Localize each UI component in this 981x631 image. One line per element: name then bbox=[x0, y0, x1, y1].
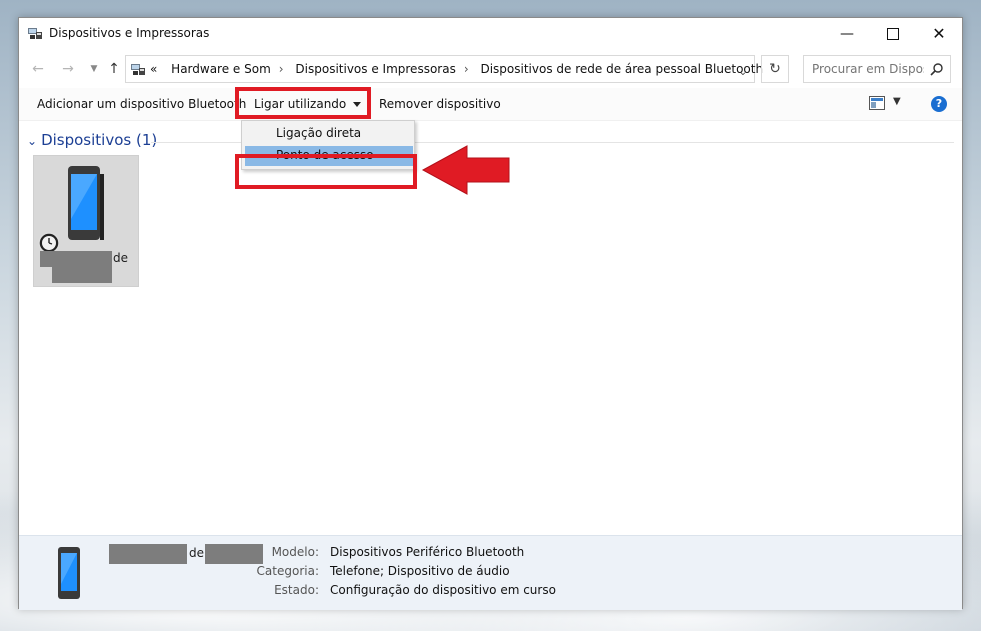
search-input[interactable] bbox=[810, 61, 926, 77]
recent-locations-button[interactable]: ▼ bbox=[85, 61, 103, 77]
devices-printers-icon bbox=[28, 28, 42, 39]
redacted-text bbox=[52, 267, 112, 283]
model-label: Modelo: bbox=[271, 545, 319, 559]
breadcrumb-hardware-sound[interactable]: Hardware e Som bbox=[171, 62, 271, 76]
refresh-icon: ↻ bbox=[769, 61, 781, 77]
breadcrumb-devices-printers[interactable]: Dispositivos e Impressoras bbox=[295, 62, 455, 76]
menu-item-direct-connection[interactable]: Ligação direta bbox=[276, 126, 361, 140]
chevron-down-icon: ▼ bbox=[90, 64, 98, 74]
remove-device-button[interactable]: Remover dispositivo bbox=[379, 97, 501, 111]
breadcrumb: « Hardware e Som › Dispositivos e Impress… bbox=[150, 62, 763, 76]
back-button[interactable]: ← bbox=[29, 61, 47, 77]
command-bar: Adicionar um dispositivo Bluetooth Ligar… bbox=[19, 88, 962, 121]
close-icon: ✕ bbox=[932, 24, 946, 43]
chevron-right-icon[interactable]: › bbox=[279, 62, 284, 76]
address-history-button[interactable]: ⌄ bbox=[730, 58, 756, 86]
minimize-icon: — bbox=[840, 25, 854, 42]
status-value: Configuração do dispositivo em curso bbox=[330, 583, 556, 597]
search-box[interactable] bbox=[803, 55, 951, 83]
access-point-highlight-box bbox=[235, 154, 417, 189]
devices-view: ⌄ Dispositivos (1) de Ligação direta Pon… bbox=[19, 120, 962, 535]
close-button[interactable]: ✕ bbox=[916, 18, 962, 49]
redacted-text bbox=[109, 544, 187, 564]
up-button[interactable]: ↑ bbox=[105, 61, 123, 77]
maximize-button[interactable] bbox=[870, 18, 916, 49]
search-icon bbox=[930, 63, 943, 76]
devices-printers-icon bbox=[131, 64, 145, 75]
connect-using-highlight-box bbox=[235, 87, 371, 119]
view-options-button[interactable]: ▼ bbox=[893, 96, 901, 107]
help-icon[interactable]: ? bbox=[931, 96, 947, 112]
caret-down-icon: ▼ bbox=[893, 96, 901, 107]
breadcrumb-overflow[interactable]: « bbox=[150, 62, 157, 76]
category-label: Categoria: bbox=[256, 564, 319, 578]
arrow-left-icon: ← bbox=[32, 61, 44, 77]
group-header-devices[interactable]: ⌄ Dispositivos (1) bbox=[27, 131, 157, 149]
status-label: Estado: bbox=[274, 583, 319, 597]
pointer-arrow-icon bbox=[421, 145, 510, 195]
change-view-icon[interactable] bbox=[869, 96, 885, 110]
group-title: Dispositivos (1) bbox=[41, 131, 158, 149]
refresh-button[interactable]: ↻ bbox=[761, 55, 789, 83]
forward-button[interactable]: → bbox=[59, 61, 77, 77]
minimize-button[interactable]: — bbox=[824, 18, 870, 49]
address-row: ← → ▼ ↑ « Hardware e Som › Dispositivos e… bbox=[19, 53, 962, 85]
explorer-window: Dispositivos e Impressoras — ✕ ← → ▼ ↑ «… bbox=[18, 17, 963, 610]
chevron-down-icon: ⌄ bbox=[738, 66, 748, 78]
model-value: Dispositivos Periférico Bluetooth bbox=[330, 545, 525, 559]
phone-icon bbox=[58, 547, 80, 599]
maximize-icon bbox=[887, 27, 899, 40]
chevron-right-icon[interactable]: › bbox=[464, 62, 469, 76]
arrow-up-icon: ↑ bbox=[108, 61, 120, 77]
chevron-down-icon: ⌄ bbox=[27, 134, 38, 148]
redacted-text bbox=[40, 251, 112, 267]
details-pane: de Modelo: Dispositivos Periférico Bluet… bbox=[19, 535, 962, 610]
details-name-mid: de bbox=[189, 546, 204, 560]
breadcrumb-bluetooth-pan[interactable]: Dispositivos de rede de área pessoal Blu… bbox=[480, 62, 763, 76]
window-title: Dispositivos e Impressoras bbox=[49, 26, 210, 40]
device-name-suffix: de bbox=[113, 251, 128, 265]
arrow-right-icon: → bbox=[62, 61, 74, 77]
category-value: Telefone; Dispositivo de áudio bbox=[330, 564, 510, 578]
phone-icon bbox=[68, 166, 104, 240]
title-bar: Dispositivos e Impressoras — ✕ bbox=[19, 18, 962, 49]
device-tile[interactable]: de bbox=[33, 155, 139, 287]
add-bluetooth-device-button[interactable]: Adicionar um dispositivo Bluetooth bbox=[37, 97, 246, 111]
address-bar[interactable]: « Hardware e Som › Dispositivos e Impress… bbox=[125, 55, 763, 86]
